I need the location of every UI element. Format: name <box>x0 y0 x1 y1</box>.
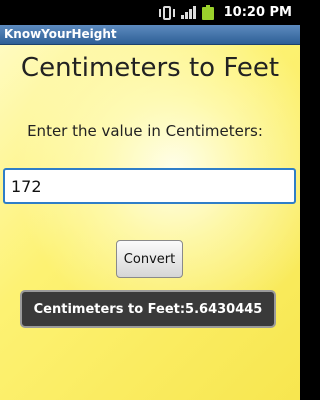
status-icons: 10:20 PM <box>158 0 292 25</box>
status-bar: 10:20 PM <box>0 0 300 25</box>
main-content: Centimeters to Feet Enter the value in C… <box>0 45 300 400</box>
page-title: Centimeters to Feet <box>20 53 280 83</box>
input-prompt-label: Enter the value in Centimeters: <box>27 122 263 140</box>
centimeters-input[interactable] <box>3 168 296 204</box>
convert-button[interactable]: Convert <box>116 240 183 278</box>
screen-edge <box>300 0 320 400</box>
result-toast: Centimeters to Feet:5.6430445 <box>20 290 276 328</box>
vibrate-icon <box>158 5 175 20</box>
signal-icon <box>180 6 196 19</box>
app-title-bar: KnowYourHeight <box>0 25 300 45</box>
status-time: 10:20 PM <box>223 5 292 20</box>
battery-icon <box>201 5 214 20</box>
app-title: KnowYourHeight <box>4 27 117 41</box>
